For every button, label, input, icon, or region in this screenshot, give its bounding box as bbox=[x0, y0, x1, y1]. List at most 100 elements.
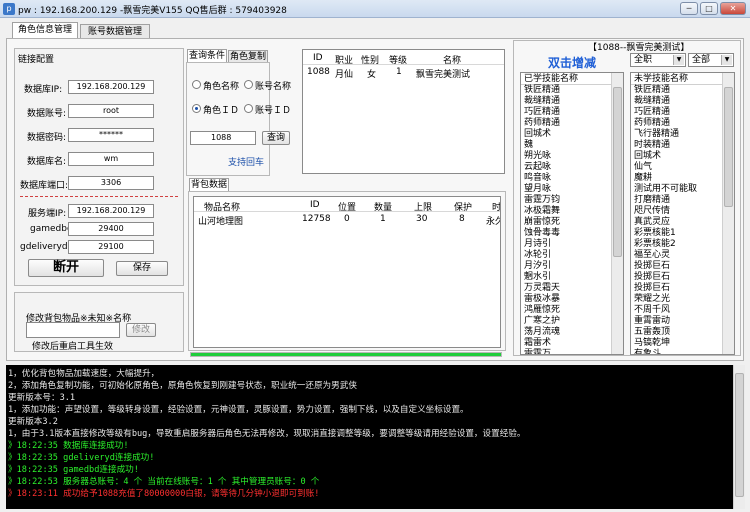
radio-account-id-label: 账号ＩＤ bbox=[255, 106, 292, 116]
list-item[interactable]: 投掷巨石 bbox=[631, 272, 734, 283]
list-item[interactable]: 时装精通 bbox=[631, 140, 734, 151]
tab-account-data[interactable]: 账号数据管理 bbox=[80, 24, 150, 39]
list-item[interactable]: 荣耀之光 bbox=[631, 294, 734, 305]
list-item[interactable]: 铁匠精通 bbox=[521, 85, 623, 96]
db-user-input[interactable]: root bbox=[68, 104, 154, 118]
query-input[interactable]: 1088 bbox=[190, 131, 256, 145]
list-item[interactable]: 云起咏 bbox=[521, 162, 623, 173]
list-item[interactable]: 巧匠精通 bbox=[521, 107, 623, 118]
gdeliveryd-input[interactable]: 29100 bbox=[68, 240, 154, 254]
list-item[interactable]: 裁缝精通 bbox=[631, 96, 734, 107]
learned-skills-list[interactable]: 已学技能名称 铁匠精通 裁缝精通 巧匠精通 药师精通 回城术魏朔光咏 云起咏 鸣音咏 望月咏雷… bbox=[520, 72, 624, 355]
list-item[interactable]: 雷霆万钧 bbox=[521, 195, 623, 206]
list-item[interactable]: 魔耕 bbox=[631, 173, 734, 184]
list-item[interactable]: 裁缝精通 bbox=[521, 96, 623, 107]
radio-role-id-label: 角色ＩＤ bbox=[203, 106, 240, 116]
unlearned-skills-list[interactable]: 未学技能名称 铁匠精通 裁缝精通 巧匠精通 药师精通 飞行器精通 时装精通 回城术 仙气 魔耕测… bbox=[630, 72, 735, 355]
list-item[interactable]: 投掷巨石 bbox=[631, 261, 734, 272]
list-item[interactable]: 魍水引 bbox=[521, 272, 623, 283]
unlearned-scrollbar[interactable] bbox=[722, 73, 734, 354]
db-ip-label: 数据库IP: bbox=[24, 85, 63, 95]
list-item[interactable]: 彩票核能1 bbox=[631, 228, 734, 239]
list-item[interactable]: 望月咏 bbox=[521, 184, 623, 195]
learned-scrollbar[interactable] bbox=[611, 73, 623, 354]
list-item[interactable]: 冰极霜舞 bbox=[521, 206, 623, 217]
list-item[interactable]: 福至心灵 bbox=[631, 250, 734, 261]
list-item[interactable]: 鸿雁惊死 bbox=[521, 305, 623, 316]
db-name-input[interactable]: wm bbox=[68, 152, 154, 166]
minimize-button[interactable]: ─ bbox=[680, 2, 698, 15]
disconnect-button[interactable]: 断开 bbox=[28, 259, 104, 277]
list-item[interactable]: 魏 bbox=[521, 140, 623, 151]
tab-bag-data[interactable]: 背包数据 bbox=[189, 178, 229, 192]
list-item[interactable]: 打磨精通 bbox=[631, 195, 734, 206]
list-item[interactable]: 朔光咏 bbox=[521, 151, 623, 162]
radio-account-id[interactable] bbox=[244, 104, 253, 113]
radio-role-name-label: 角色名称 bbox=[203, 82, 240, 92]
list-item[interactable]: 有象斗 bbox=[631, 349, 734, 354]
job-select[interactable]: 全职 ▼ bbox=[630, 53, 686, 67]
list-item[interactable]: 巧匠精通 bbox=[631, 107, 734, 118]
list-item[interactable]: 荡月流魂 bbox=[521, 327, 623, 338]
tab-query-conditions[interactable]: 查询条件 bbox=[187, 49, 227, 63]
role-col-id: ID bbox=[313, 53, 323, 63]
list-item[interactable]: 回城术 bbox=[631, 151, 734, 162]
list-item[interactable]: 蚀骨毒毒 bbox=[521, 228, 623, 239]
list-item[interactable]: 铁匠精通 bbox=[631, 85, 734, 96]
list-item[interactable]: 崩雷惊死 bbox=[521, 217, 623, 228]
role-header-divider bbox=[303, 64, 504, 65]
console-line: 1，由于3.1版本直接修改等级有bug，导致重启服务器后角色无法再修改，现取消直… bbox=[8, 429, 526, 439]
bag-progress-fill bbox=[191, 353, 501, 356]
list-item[interactable]: 咫尺传情 bbox=[631, 206, 734, 217]
job-select-value: 全职 bbox=[634, 55, 653, 65]
list-item[interactable]: 飞行器精通 bbox=[631, 129, 734, 140]
server-ip-input[interactable]: 192.168.200.129 bbox=[68, 204, 154, 218]
maximize-button[interactable]: □ bbox=[700, 2, 718, 15]
list-item[interactable]: 万灵霜天 bbox=[521, 283, 623, 294]
list-item[interactable]: 五雷轰顶 bbox=[631, 327, 734, 338]
list-item[interactable]: 冰轮引 bbox=[521, 250, 623, 261]
list-item[interactable]: 回城术 bbox=[521, 129, 623, 140]
list-item[interactable]: 马镐乾坤 bbox=[631, 338, 734, 349]
type-select[interactable]: 全部 ▼ bbox=[688, 53, 734, 67]
list-item[interactable]: 广寒之护 bbox=[521, 316, 623, 327]
gamedbd-input[interactable]: 29400 bbox=[68, 222, 154, 236]
console-line: 更新版本号：3.1 bbox=[8, 393, 76, 403]
db-port-input[interactable]: 3306 bbox=[68, 176, 154, 190]
list-item[interactable]: 月诗引 bbox=[521, 239, 623, 250]
unlearned-skills-items: 铁匠精通 裁缝精通 巧匠精通 药师精通 飞行器精通 时装精通 回城术 仙气 魔耕 测试用不可能取打… bbox=[631, 85, 734, 354]
list-item[interactable]: 真武灵应 bbox=[631, 217, 734, 228]
list-item[interactable]: 仙气 bbox=[631, 162, 734, 173]
query-button[interactable]: 查询 bbox=[262, 131, 290, 145]
list-item[interactable]: 重霄雷动 bbox=[631, 316, 734, 327]
tab-role-info[interactable]: 角色信息管理 bbox=[12, 22, 78, 39]
unlearned-scroll-thumb[interactable] bbox=[724, 87, 733, 207]
radio-role-id[interactable] bbox=[192, 104, 201, 113]
console-log[interactable]: 1，优化背包物品加载速度，大幅提升， 2，添加角色复制功能，可初始化原角色，原角色… bbox=[6, 365, 733, 509]
console-scroll-thumb[interactable] bbox=[735, 373, 744, 497]
close-button[interactable]: ✕ bbox=[720, 2, 746, 15]
modify-item-input[interactable] bbox=[26, 322, 120, 338]
list-item[interactable]: 月汐引 bbox=[521, 261, 623, 272]
radio-account-name[interactable] bbox=[244, 80, 253, 89]
list-item[interactable]: 雷极冰暴 bbox=[521, 294, 623, 305]
db-ip-input[interactable]: 192.168.200.129 bbox=[68, 80, 154, 94]
list-item[interactable]: 投掷巨石 bbox=[631, 283, 734, 294]
list-item[interactable]: 霜雷术 bbox=[521, 338, 623, 349]
list-item[interactable]: 雷霆万 bbox=[521, 349, 623, 354]
list-item[interactable]: 彩票核能2 bbox=[631, 239, 734, 250]
list-item[interactable]: 不周千风 bbox=[631, 305, 734, 316]
type-select-value: 全部 bbox=[692, 55, 711, 65]
table-row[interactable]: 1088 月仙 女 1 飘雪完美测试 bbox=[303, 66, 504, 80]
db-pass-input[interactable]: ****** bbox=[68, 128, 154, 142]
radio-role-name[interactable] bbox=[192, 80, 201, 89]
list-item[interactable]: 药师精通 bbox=[631, 118, 734, 129]
save-button[interactable]: 保存 bbox=[116, 261, 168, 276]
console-scrollbar[interactable] bbox=[733, 365, 745, 509]
learned-scroll-thumb[interactable] bbox=[613, 87, 622, 257]
modify-button[interactable]: 修改 bbox=[126, 323, 156, 337]
list-item[interactable]: 鸣音咏 bbox=[521, 173, 623, 184]
list-item[interactable]: 测试用不可能取 bbox=[631, 184, 734, 195]
list-item[interactable]: 药师精通 bbox=[521, 118, 623, 129]
table-row[interactable]: 山河地理图 12758 0 1 30 8 永久 bbox=[194, 213, 500, 227]
